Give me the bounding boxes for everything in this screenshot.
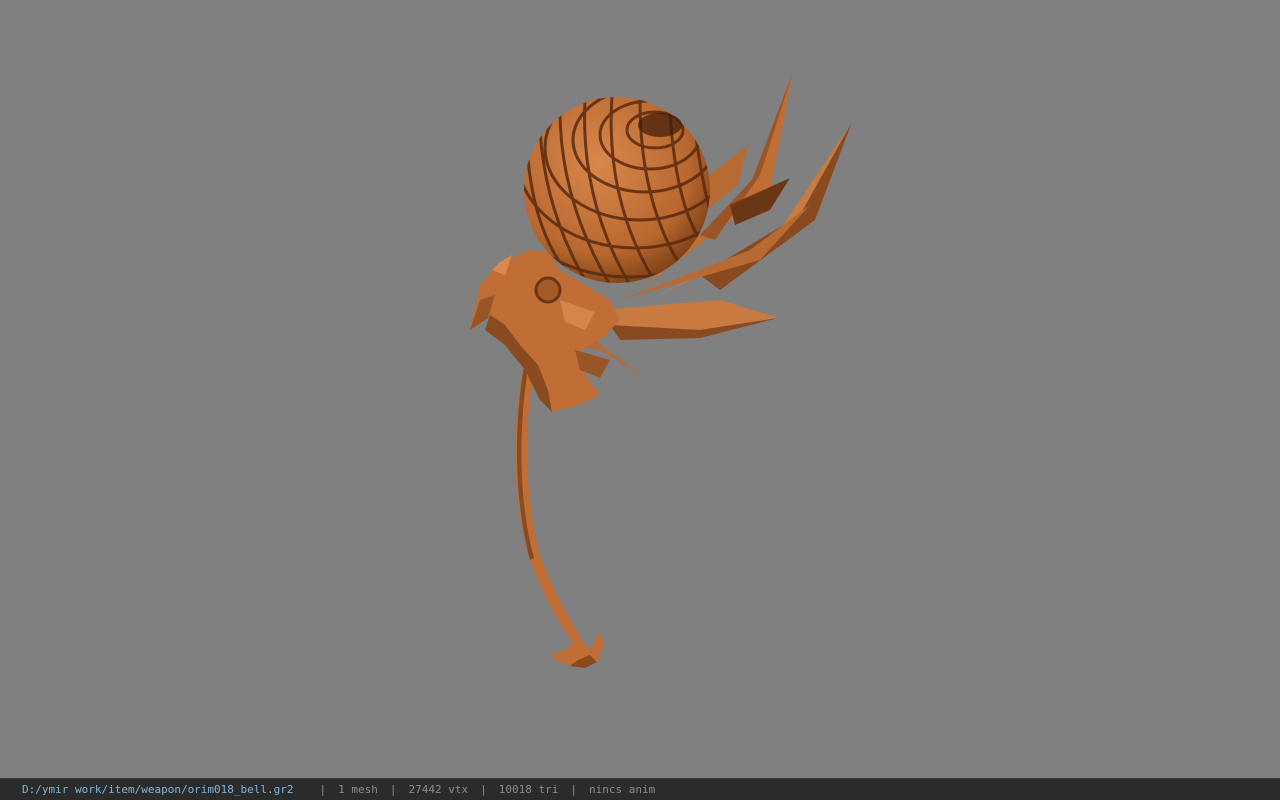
animation-status-label: nincs anim [589,783,656,796]
status-bar: D:/ymir work/item/weapon/orim018_bell.gr… [0,778,1280,800]
file-path-label: D:/ymir work/item/weapon/orim018_bell.gr… [22,783,294,796]
mesh-count-label: 1 mesh [338,783,378,796]
vertex-count-label: 27442 vtx [408,783,469,796]
triangle-count-label: 10018 tri [498,783,559,796]
status-separator: | [570,783,577,796]
status-separator: | [480,783,487,796]
status-separator: | [389,783,397,796]
status-separator: | [319,783,327,796]
3d-viewport[interactable] [0,0,1280,778]
weapon-model-render[interactable] [0,0,1280,778]
